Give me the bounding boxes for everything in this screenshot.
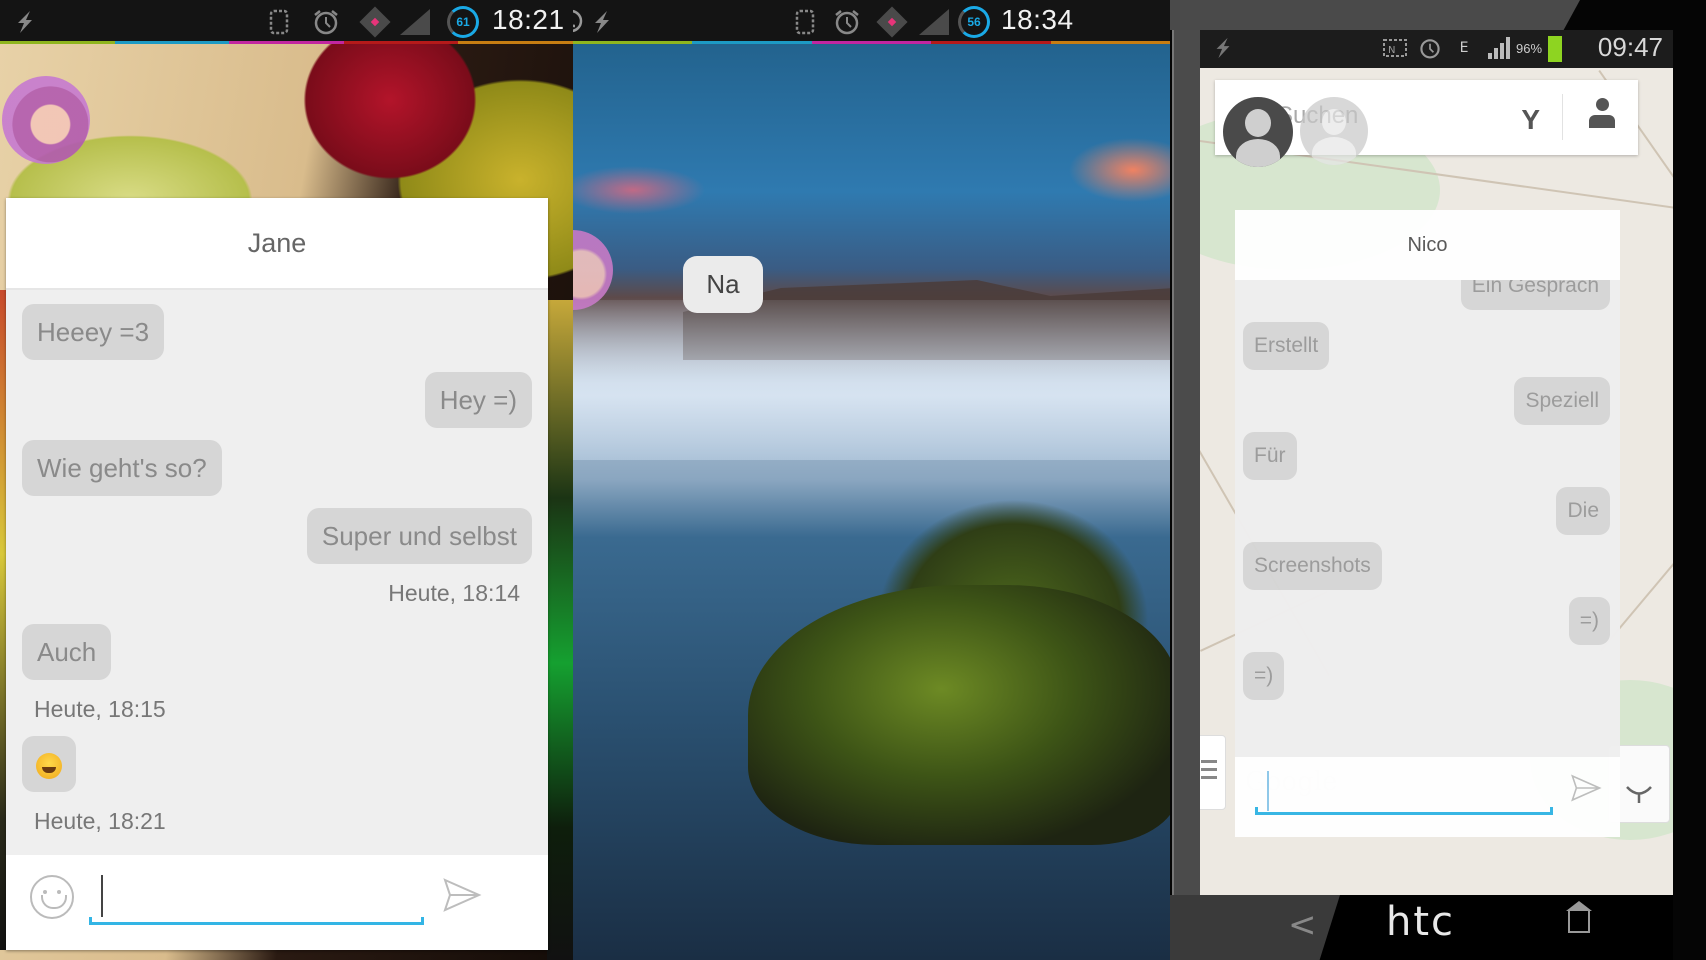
usb-icon <box>8 8 42 36</box>
compose-bar <box>1235 757 1620 837</box>
battery-ring-icon: 61 <box>446 6 480 38</box>
chat-head-avatar[interactable] <box>1223 97 1293 167</box>
message-bubble: Screenshots <box>1243 542 1382 590</box>
message-bubble: Heeey =3 <box>22 304 165 360</box>
color-strip <box>573 41 1170 44</box>
avatar-body <box>1236 139 1280 167</box>
message-input[interactable] <box>89 876 424 920</box>
message-bubble: Die <box>1556 487 1610 535</box>
compass-icon <box>1626 786 1652 803</box>
avatar-head <box>1245 109 1271 137</box>
message-timestamp: Heute, 18:14 <box>388 580 520 606</box>
send-button[interactable] <box>442 877 482 913</box>
network-diamond-icon <box>876 6 908 38</box>
status-bar: 61 18:21 <box>0 0 573 44</box>
color-strip <box>0 41 573 44</box>
clock: 18:34 <box>1001 4 1074 35</box>
device-bezel <box>1170 0 1580 30</box>
battery-ring-icon: 56 <box>957 6 991 38</box>
status-bar: N E 96% 09:47 <box>1200 30 1673 68</box>
panel-home-chathead: 56 18:34 Na <box>573 0 1170 960</box>
message-input-field[interactable] <box>89 867 424 925</box>
battery-value: 56 <box>958 6 990 38</box>
alarm-icon <box>310 8 342 36</box>
device-bezel <box>1172 0 1200 960</box>
alarm-icon <box>831 8 863 36</box>
wallpaper-edge <box>547 300 573 960</box>
avatar-body <box>1312 137 1356 165</box>
battery-percent: 96% <box>1516 41 1543 56</box>
device-nav-bar: < htc <box>1170 895 1673 960</box>
message-bubble: Auch <box>22 624 112 680</box>
send-button[interactable] <box>1570 773 1602 809</box>
chat-title: Nico <box>1235 210 1620 280</box>
message-bubble: Speziell <box>1514 377 1610 425</box>
message-input-field[interactable] <box>1255 766 1553 815</box>
panel-jane-chat: 61 18:21 Jane Heeey =3 Hey =) Wie geht's… <box>0 0 573 960</box>
panel-nico-chat-htc: N E 96% 09:47 Suchen Y <box>1170 0 1706 960</box>
rotate-lock-icon <box>264 8 294 36</box>
usb-icon <box>1208 34 1238 62</box>
send-icon <box>443 878 482 912</box>
message-list[interactable]: Ein Gespräch Erstellt Speziell Für Die S… <box>1235 280 1620 750</box>
compose-bar <box>6 855 548 950</box>
person-icon[interactable] <box>1588 98 1616 134</box>
message-bubble: Hey =) <box>424 372 532 428</box>
signal-icon <box>398 8 432 36</box>
signal-icon <box>917 8 951 36</box>
wallpaper-waterfall <box>573 300 1170 460</box>
battery-value: 61 <box>447 6 479 38</box>
directions-icon[interactable]: Y <box>1521 104 1540 136</box>
chat-head-avatar-secondary[interactable] <box>1300 97 1368 165</box>
back-button[interactable]: < <box>1288 905 1317 945</box>
chat-window: Nico Ein Gespräch Erstellt Speziell Für … <box>1235 210 1620 837</box>
chat-head-avatar[interactable] <box>2 76 90 164</box>
signal-icon <box>1484 34 1514 62</box>
data-e-icon: E <box>1459 40 1469 56</box>
divider <box>1562 94 1563 140</box>
chat-window: Jane Heeey =3 Hey =) Wie geht's so? Supe… <box>6 198 548 950</box>
svg-text:N: N <box>1388 45 1395 56</box>
message-timestamp: Heute, 18:21 <box>34 808 166 834</box>
nfc-icon: N <box>1380 34 1410 62</box>
message-bubble: Ein Gespräch <box>1460 280 1610 310</box>
htc-logo: htc <box>1386 899 1456 945</box>
message-bubble <box>22 736 76 792</box>
send-icon <box>1571 774 1602 802</box>
alarm-icon <box>1416 34 1444 62</box>
chat-head-avatar[interactable] <box>573 230 613 310</box>
chat-head-preview-bubble[interactable]: Na <box>683 256 763 313</box>
clock: 18:21 <box>492 4 565 35</box>
message-bubble: Für <box>1243 432 1297 480</box>
emoji-picker-button[interactable] <box>30 875 74 919</box>
message-bubble: =) <box>1243 652 1285 700</box>
rotate-lock-icon <box>790 8 820 36</box>
clock: 09:47 <box>1597 32 1663 62</box>
map-menu-button[interactable] <box>1200 735 1226 810</box>
status-bar: 56 18:34 <box>573 0 1170 44</box>
avatar-head <box>1322 109 1346 135</box>
home-button[interactable] <box>1566 901 1592 933</box>
message-timestamp: Heute, 18:15 <box>34 696 166 722</box>
usb-icon <box>587 8 617 36</box>
message-bubble: =) <box>1568 597 1610 645</box>
device-screen: N E 96% 09:47 Suchen Y <box>1200 30 1673 895</box>
message-bubble: Wie geht's so? <box>22 440 222 496</box>
message-input[interactable] <box>1255 766 1553 810</box>
message-bubble: Super und selbst <box>306 508 532 564</box>
message-bubble: Erstellt <box>1243 322 1330 370</box>
wallpaper-rock <box>748 585 1170 845</box>
smile-emoji-icon <box>36 753 62 780</box>
network-diamond-icon <box>359 6 391 38</box>
chat-title: Jane <box>6 198 548 290</box>
battery-icon <box>1548 36 1562 62</box>
